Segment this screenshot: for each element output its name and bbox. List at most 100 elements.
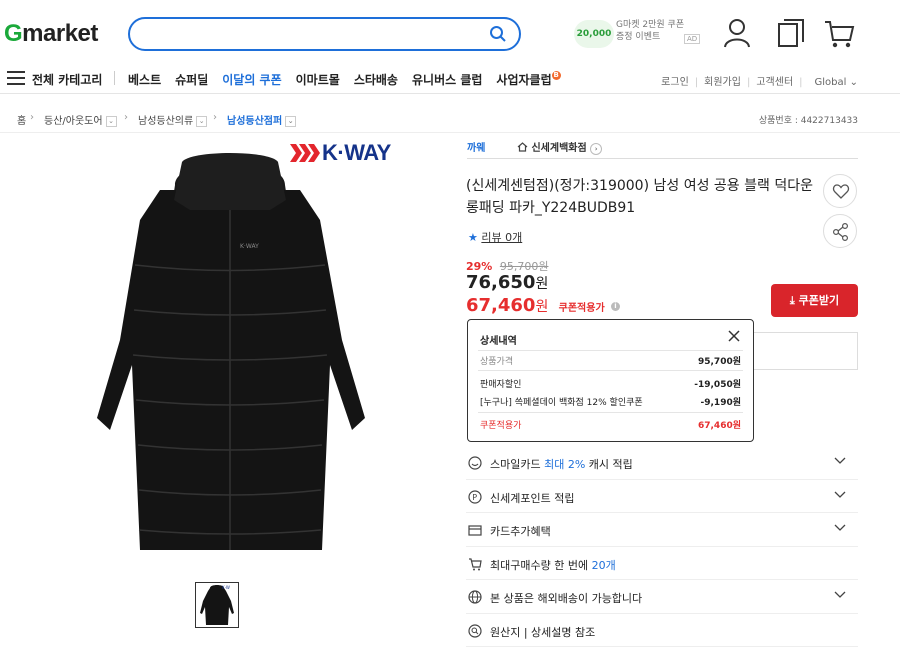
chevron-down-icon[interactable]: [834, 591, 846, 599]
brand-row: 까웨 신세계백화점 ›: [467, 133, 858, 159]
list-item[interactable]: P 신세계포인트 적립: [466, 480, 858, 513]
chevron-right-icon: ›: [590, 143, 603, 155]
share-button[interactable]: [823, 214, 857, 248]
review-link[interactable]: ★ 리뷰 0개: [468, 229, 522, 245]
store-link[interactable]: 신세계백화점 ›: [517, 139, 603, 155]
chevron-down-icon[interactable]: [834, 491, 846, 499]
svg-text:K·W: K·W: [222, 585, 230, 590]
coupon-price: 67,460원 쿠폰적용가 i: [466, 295, 620, 316]
cart-small-icon: [469, 557, 482, 570]
promo-text: G마켓 2만원 쿠폰 증정 이벤트: [616, 20, 685, 42]
coupon-download-button[interactable]: ⤓ 쿠폰받기: [771, 284, 858, 317]
nav-item-best[interactable]: 베스트: [128, 71, 161, 88]
list-item[interactable]: 본 상품은 해외배송이 가능합니다: [466, 580, 858, 614]
benefit-list: 스마일카드 최대 2% 캐시 적립 P 신세계포인트 적립 카드추가혜택 최대구…: [466, 446, 858, 647]
list-item-highlight: 20개: [591, 558, 616, 572]
chevron-down-icon[interactable]: [834, 457, 846, 465]
globe-icon: [468, 590, 482, 604]
list-item: 원산지 | 상세설명 참조: [466, 614, 858, 647]
breadcrumb-cat2-label: 남성등산의류: [138, 116, 194, 127]
list-item-text: 원산지 | 상세설명 참조: [490, 625, 596, 639]
chevron-down-icon[interactable]: ⌄: [105, 115, 117, 127]
chevron-down-icon[interactable]: ⌄: [285, 115, 297, 127]
popup-row-value: -9,190원: [700, 398, 741, 408]
list-item-text: 캐시 적립: [585, 458, 633, 471]
product-image[interactable]: K·WAY: [90, 150, 370, 555]
promo-banner[interactable]: 20,000 G마켓 2만원 쿠폰 증정 이벤트 AD: [574, 18, 704, 50]
breadcrumb: 홈 › 등산/아웃도어 ⌄ › 남성등산의류 ⌄ › 남성등산점퍼 ⌄ 상품번호 : …: [0, 103, 900, 133]
list-item-text: 신세계포인트 적립: [490, 491, 575, 505]
heart-icon: [832, 184, 850, 199]
breadcrumb-cat3-label: 남성등산점퍼: [227, 116, 283, 127]
popup-title: 상세내역: [480, 336, 517, 347]
thumbnail-1[interactable]: K·W: [195, 582, 239, 628]
download-icon: ⤓: [789, 294, 795, 307]
svg-text:K·WAY: K·WAY: [240, 243, 259, 250]
brand-link[interactable]: 까웨: [467, 139, 485, 154]
product-title: (신세계센텀점)(정가:319000) 남성 여성 공용 블랙 덕다운 롱패딩 …: [466, 178, 813, 216]
info-icon[interactable]: i: [610, 301, 620, 311]
login-link[interactable]: 로그인: [661, 77, 689, 88]
search-bar: [128, 17, 521, 51]
list-item-text: 최대구매수량 한 번에: [490, 558, 592, 572]
nav-item-star-delivery[interactable]: 스타배송: [354, 71, 398, 88]
breadcrumb-cat3[interactable]: 남성등산점퍼 ⌄: [227, 112, 297, 127]
search-icon[interactable]: [489, 25, 507, 43]
nav-item-universe-club[interactable]: 유니버스 클럽: [412, 71, 482, 88]
all-categories-link[interactable]: 전체 카테고리: [32, 71, 102, 88]
nav-item-business-club[interactable]: 사업자클럽 B: [496, 71, 561, 88]
nav-item-business-club-label: 사업자클럽: [496, 73, 552, 87]
recent-items-icon[interactable]: [777, 18, 805, 48]
menu-icon[interactable]: [7, 71, 25, 85]
chevron-down-icon[interactable]: [834, 524, 846, 532]
sale-price: 76,650원: [466, 272, 548, 293]
global-link[interactable]: Global ⌄: [809, 77, 858, 88]
popup-row-label: 쿠폰적용가: [480, 421, 522, 431]
thumbnail-image: K·W: [200, 585, 234, 625]
breadcrumb-cat1-label: 등산/아웃도어: [44, 116, 103, 127]
promo-coin: 20,000: [574, 20, 614, 48]
customer-center-link[interactable]: 고객센터: [756, 77, 793, 88]
main-nav: 전체 카테고리 베스트 슈퍼딜 이달의 쿠폰 이마트몰 스타배송 유니버스 클럽…: [0, 64, 900, 94]
product-number: 상품번호 : 4422713433: [758, 116, 858, 126]
wishlist-button[interactable]: [823, 174, 857, 208]
card-icon: [468, 525, 482, 536]
list-item-text: 스마일카드: [490, 458, 545, 471]
coupon-button-label: 쿠폰받기: [798, 294, 840, 307]
popup-row-value: -19,050원: [694, 380, 741, 390]
cart-icon[interactable]: [823, 18, 855, 50]
chevron-down-icon[interactable]: ⌄: [196, 115, 208, 127]
won-unit: 원: [535, 299, 549, 315]
global-label: Global: [814, 77, 847, 88]
price-detail-popup: 상세내역 상품가격 95,700원 판매자할인 -19,050원 [누구나] 쓱…: [467, 319, 754, 442]
nav-divider: [114, 71, 115, 85]
popup-row-label: 상품가격: [480, 357, 514, 367]
list-item-text: 카드추가혜택: [490, 525, 551, 538]
user-icon[interactable]: [723, 18, 751, 48]
popup-row-value: 95,700원: [697, 357, 741, 367]
breadcrumb-cat1[interactable]: 등산/아웃도어 ⌄: [44, 112, 117, 127]
list-item-highlight: 최대 2%: [544, 458, 586, 471]
logo-text: market: [22, 20, 98, 47]
nav-item-emart[interactable]: 이마트몰: [296, 71, 340, 88]
nav-item-monthly-coupon[interactable]: 이달의 쿠폰: [222, 71, 281, 88]
breadcrumb-home[interactable]: 홈: [17, 112, 26, 127]
share-icon: [833, 223, 849, 242]
gmarket-logo[interactable]: Gmarket: [4, 20, 98, 48]
nav-item-superdeal[interactable]: 슈퍼딜: [175, 71, 208, 88]
ad-badge: AD: [684, 34, 701, 44]
list-item[interactable]: 스마일카드 최대 2% 캐시 적립: [466, 446, 858, 480]
search-circle-icon: [468, 623, 482, 638]
close-icon[interactable]: [727, 329, 741, 343]
signup-link[interactable]: 회원가입: [704, 77, 741, 88]
coupon-applied-label[interactable]: 쿠폰적용가: [559, 303, 605, 314]
breadcrumb-cat2[interactable]: 남성등산의류 ⌄: [138, 112, 208, 127]
nav-items: 베스트 슈퍼딜 이달의 쿠폰 이마트몰 스타배송 유니버스 클럽 사업자클럽 B: [128, 71, 561, 88]
popup-row-label: 판매자할인: [480, 380, 522, 390]
svg-text:P: P: [472, 493, 477, 502]
search-input[interactable]: [144, 19, 484, 49]
point-icon: P: [468, 489, 482, 504]
logo-g: G: [4, 20, 23, 47]
utility-links: 로그인 | 회원가입 | 고객센터 | Global ⌄: [661, 77, 858, 88]
list-item[interactable]: 카드추가혜택: [466, 513, 858, 547]
